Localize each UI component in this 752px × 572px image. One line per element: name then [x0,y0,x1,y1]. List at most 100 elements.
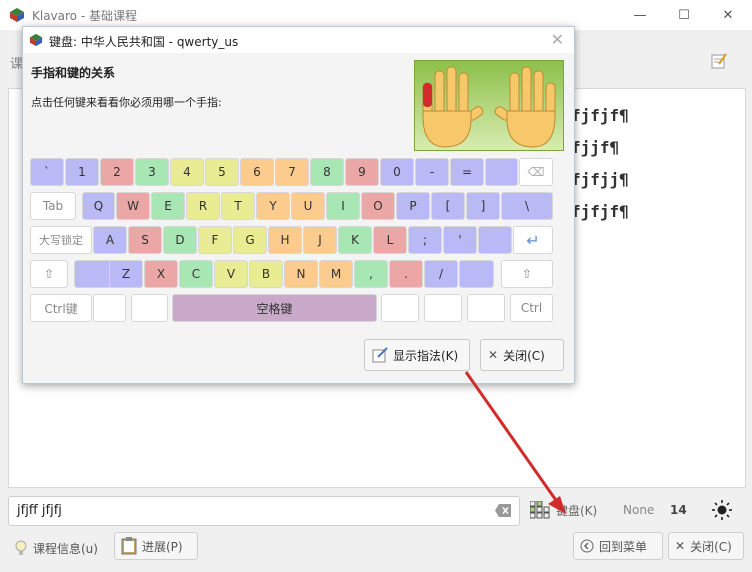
minimize-button[interactable]: — [618,0,662,30]
edit-note-icon[interactable] [710,52,728,70]
key-v[interactable]: V [214,260,248,288]
key-8[interactable]: 8 [310,158,344,186]
key-left-bracket[interactable]: [ [431,192,465,220]
key-5[interactable]: 5 [205,158,239,186]
close-main-button[interactable]: ✕ 关闭(C) [668,532,744,560]
key-n[interactable]: N [284,260,318,288]
key-k[interactable]: K [338,226,372,254]
key-blank-r5c[interactable] [381,294,419,322]
key-m[interactable]: M [319,260,353,288]
key-blank-r5a[interactable] [93,294,126,322]
lesson-info-button[interactable]: 课程信息(u) [8,534,106,562]
blank-key[interactable] [485,158,518,186]
klavaro-dialog-icon [29,33,43,47]
key-a[interactable]: A [93,226,127,254]
key-capslock[interactable]: 大写锁定 [30,226,92,254]
brightness-icon[interactable] [712,500,732,520]
key-1[interactable]: 1 [65,158,99,186]
key-minus[interactable]: - [415,158,449,186]
key-z[interactable]: Z [109,260,143,288]
level-status: 14 [670,503,687,517]
key-9[interactable]: 9 [345,158,379,186]
close-x-icon: ✕ [675,539,686,553]
maximize-button[interactable]: ☐ [662,0,706,30]
dialog-close-button[interactable]: ✕ 关闭(C) [480,339,564,371]
lesson-text: fjfjf¶ fjjf¶ fjfjj¶ fjfjf¶ [571,100,629,228]
mode-status: None [623,503,655,517]
key-backspace[interactable]: ⌫ [519,158,553,186]
key-i[interactable]: I [326,192,360,220]
key-blank-r4b[interactable] [459,260,494,288]
show-fingering-label: 显示指法(K) [393,348,459,363]
lightbulb-icon [15,540,27,555]
close-main-label: 关闭(C) [690,539,732,554]
back-to-menu-label: 回到菜单 [599,539,648,554]
key-y[interactable]: Y [256,192,290,220]
key-d[interactable]: D [163,226,197,254]
window-title: Klavaro - 基础课程 [32,9,137,23]
key-blank-r5d[interactable] [424,294,462,322]
key-comma[interactable]: , [354,260,388,288]
key-semicolon[interactable]: ; [408,226,442,254]
key-backslash[interactable]: \ [501,192,553,220]
keyboard-icon [530,501,550,519]
show-fingering-button[interactable]: 显示指法(K) [364,339,470,371]
key-t[interactable]: T [221,192,255,220]
dialog-titlebar: 键盘: 中华人民共和国 - qwerty_us ✕ [23,27,574,53]
key-h[interactable]: H [268,226,302,254]
key-left-shift[interactable]: ⇧ [30,260,68,288]
key-6[interactable]: 6 [240,158,274,186]
key-x[interactable]: X [144,260,178,288]
key-l[interactable]: L [373,226,407,254]
dialog-title: 键盘: 中华人民共和国 - qwerty_us [49,35,239,49]
key-blank-r5e[interactable] [467,294,505,322]
hands-illustration [414,60,564,151]
key-3[interactable]: 3 [135,158,169,186]
typing-input-value: jfjff jfjfj [17,503,62,518]
dialog-heading: 手指和键的关系 [31,66,116,80]
lesson-line: fjfjj¶ [571,170,629,189]
key-e[interactable]: E [151,192,185,220]
key-g[interactable]: G [233,226,267,254]
key-right-shift[interactable]: ⇧ [501,260,553,288]
key-b[interactable]: B [249,260,283,288]
key-f[interactable]: F [198,226,232,254]
key-right-bracket[interactable]: ] [466,192,500,220]
key-s[interactable]: S [128,226,162,254]
key-o[interactable]: O [361,192,395,220]
progress-button[interactable]: 进展(P) [114,532,198,560]
key-right-ctrl[interactable]: Ctrl [510,294,553,322]
key-c[interactable]: C [179,260,213,288]
key-equals[interactable]: = [450,158,484,186]
key-blank-r5b[interactable] [131,294,168,322]
key-7[interactable]: 7 [275,158,309,186]
key-4[interactable]: 4 [170,158,204,186]
key-slash[interactable]: / [424,260,458,288]
key-quote[interactable]: ' [443,226,477,254]
key-backtick[interactable]: ` [30,158,64,186]
back-to-menu-button[interactable]: 回到菜单 [573,532,663,560]
key-tab[interactable]: Tab [30,192,76,220]
key-period[interactable]: . [389,260,423,288]
key-j[interactable]: J [303,226,337,254]
dialog-close-icon[interactable]: ✕ [551,30,564,49]
key-enter[interactable]: ↵ [513,226,553,254]
key-u[interactable]: U [291,192,325,220]
key-r[interactable]: R [186,192,220,220]
key-p[interactable]: P [396,192,430,220]
close-window-button[interactable]: ✕ [706,0,750,30]
clipboard-icon [121,537,137,555]
key-space[interactable]: 空格键 [172,294,377,322]
key-blank-r3[interactable] [478,226,512,254]
dialog-hint: 点击任何键来看看你必须用哪一个手指: [31,96,222,109]
key-left-ctrl[interactable]: Ctrl键 [30,294,92,322]
key-0[interactable]: 0 [380,158,414,186]
key-w[interactable]: W [116,192,150,220]
typing-input[interactable]: jfjff jfjfj [8,496,520,526]
lesson-info-label: 课程信息(u) [33,541,98,556]
clear-input-icon[interactable] [495,504,511,517]
lesson-line: fjfjf¶ [571,106,629,125]
key-2[interactable]: 2 [100,158,134,186]
keyboard-button[interactable]: 键盘(K) [530,498,602,522]
key-q[interactable]: Q [82,192,115,220]
